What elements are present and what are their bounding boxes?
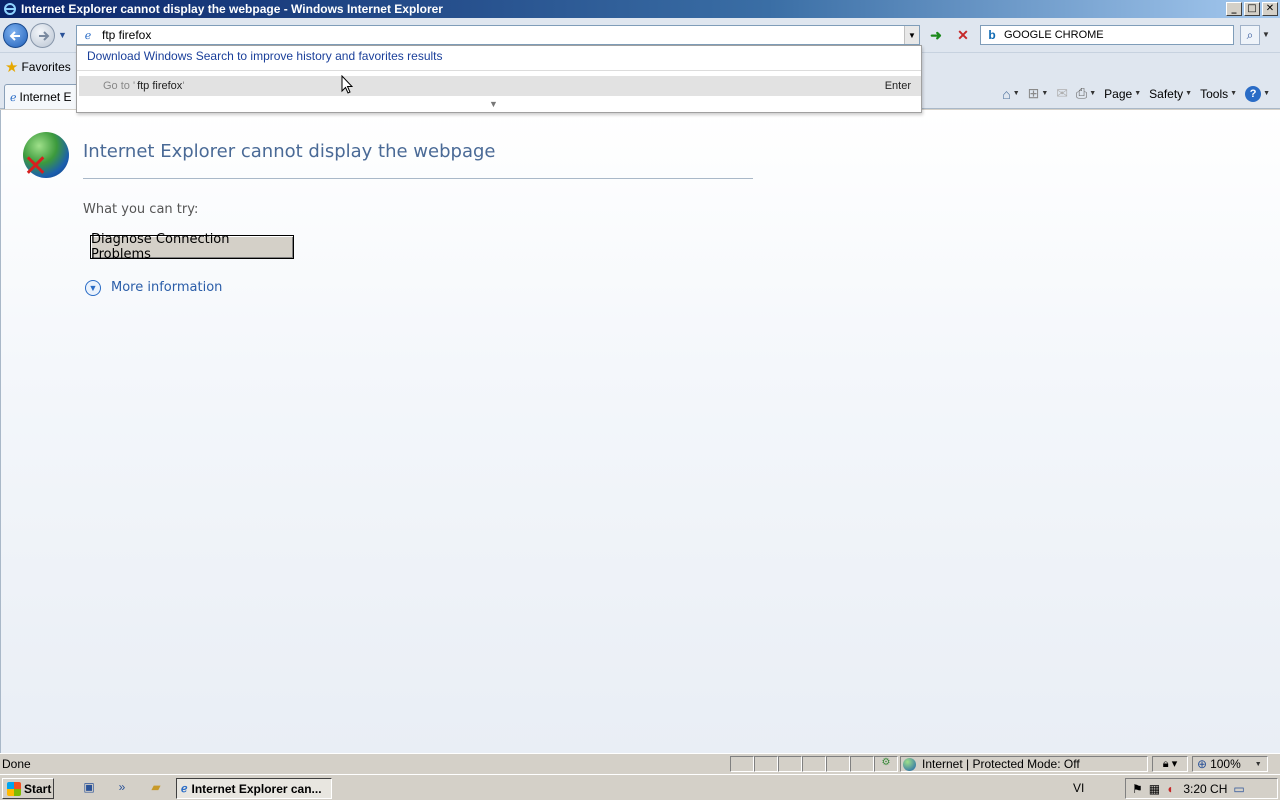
search-input[interactable]: GOOGLE CHROME xyxy=(1004,29,1104,41)
address-dropdown-button[interactable]: ▼ xyxy=(904,26,919,44)
server-manager-icon[interactable]: ▣ xyxy=(80,780,98,796)
minimize-button[interactable]: _ xyxy=(1226,2,1242,16)
page-title: Internet Explorer cannot display the web… xyxy=(83,141,496,162)
go-to-value: ftp firefox xyxy=(137,80,183,92)
taskbar-ie-window[interactable]: ℯ Internet Explorer can... xyxy=(176,778,332,799)
go-to-suffix: ' xyxy=(182,80,185,92)
go-button[interactable]: ➜ xyxy=(926,26,946,44)
security-zone[interactable]: Internet | Protected Mode: Off xyxy=(900,756,1148,772)
page-menu-label: Page xyxy=(1104,86,1133,101)
ie-logo-icon xyxy=(2,1,18,17)
status-cell xyxy=(826,756,850,772)
address-input[interactable]: ftp firefox xyxy=(102,28,904,42)
back-button[interactable] xyxy=(3,23,28,48)
network-icon[interactable]: ▦ xyxy=(1149,782,1160,796)
taskbar: Start ▣ » ▰ ℯ Internet Explorer can... V… xyxy=(0,774,1280,800)
go-to-prefix: Go to ' xyxy=(103,80,136,92)
windows-logo-icon xyxy=(7,781,21,796)
diagnose-connection-problems-button[interactable]: Diagnose Connection Problems xyxy=(90,232,294,262)
title-bar: Internet Explorer cannot display the web… xyxy=(0,0,1280,18)
read-mail-button[interactable]: ✉ xyxy=(1056,85,1068,102)
start-label: Start xyxy=(24,781,52,796)
search-button[interactable]: ⌕ xyxy=(1240,25,1260,45)
mouse-cursor-icon xyxy=(341,75,353,94)
error-x-icon: ✕ xyxy=(23,149,49,184)
taskbar-window-label: Internet Explorer can... xyxy=(191,781,322,796)
rss-feed-icon: ⊞ xyxy=(1027,85,1040,101)
status-text: Done xyxy=(2,757,31,771)
language-indicator[interactable]: VI xyxy=(1073,781,1084,795)
powershell-icon[interactable]: » xyxy=(113,780,131,796)
status-cell xyxy=(730,756,754,772)
status-cell xyxy=(850,756,874,772)
page-menu[interactable]: Page ▼ xyxy=(1104,87,1141,101)
search-options-dropdown[interactable]: ▼ xyxy=(1262,30,1270,39)
zoom-level: 100% xyxy=(1210,757,1241,771)
flag-notification-icon[interactable]: ⚑ xyxy=(1132,782,1143,796)
internet-zone-icon xyxy=(903,757,916,771)
feeds-button[interactable]: ⊞ ▼ xyxy=(1028,85,1049,102)
tools-menu[interactable]: Tools ▼ xyxy=(1200,87,1237,101)
download-windows-search-link[interactable]: Download Windows Search to improve histo… xyxy=(87,49,443,63)
lock-icon: 🔒︎ xyxy=(1162,758,1169,770)
page-content: ✕ Internet Explorer cannot display the w… xyxy=(0,110,1280,753)
favorites-button[interactable]: Favorites xyxy=(21,60,70,74)
what-you-can-try-label: What you can try: xyxy=(83,202,199,217)
status-bar: Done ⚙ Internet | Protected Mode: Off 🔒︎… xyxy=(0,753,1280,773)
expand-arrow-icon[interactable]: ▼ xyxy=(489,99,498,109)
status-cell xyxy=(778,756,802,772)
system-tray: ⚑ ▦ ◖ 3:20 CH ▭ xyxy=(1125,778,1278,799)
tools-menu-label: Tools xyxy=(1200,86,1229,101)
printer-icon: ⎙ xyxy=(1076,85,1088,101)
status-cell xyxy=(754,756,778,772)
forward-arrow-icon xyxy=(38,30,49,41)
protected-mode-button[interactable]: 🔒︎ ▾ xyxy=(1152,756,1188,772)
safety-menu[interactable]: Safety ▼ xyxy=(1149,87,1192,101)
volume-muted-icon[interactable]: ◖ xyxy=(1166,782,1173,796)
stop-button[interactable]: ✕ xyxy=(953,26,973,44)
help-icon: ? xyxy=(1245,85,1262,102)
divider xyxy=(77,70,921,71)
bing-icon: b xyxy=(988,28,996,42)
tab-label: Internet E xyxy=(19,90,72,104)
tab-page-icon: ℯ xyxy=(10,91,17,104)
forward-button[interactable] xyxy=(30,23,55,48)
go-to-suggestion[interactable]: Go to ' ftp firefox ' Enter xyxy=(79,76,921,96)
address-autocomplete-dropdown: Download Windows Search to improve histo… xyxy=(76,45,922,113)
popup-blocker-icon[interactable]: ⚙ xyxy=(874,756,898,772)
home-button[interactable]: ⌂ ▼ xyxy=(1002,86,1019,102)
title-divider xyxy=(83,178,753,179)
explorer-folder-icon[interactable]: ▰ xyxy=(147,780,165,796)
back-arrow-icon xyxy=(9,30,20,41)
mail-icon: ✉ xyxy=(1056,85,1069,101)
security-zone-label: Internet | Protected Mode: Off xyxy=(922,757,1080,771)
ie-taskbar-icon: ℯ xyxy=(181,783,188,795)
more-information-link[interactable]: More information xyxy=(111,280,222,295)
address-bar[interactable]: ℯ ftp firefox ▼ xyxy=(76,25,920,45)
status-cell xyxy=(802,756,826,772)
help-button[interactable]: ? ▼ xyxy=(1245,85,1270,102)
window-title: Internet Explorer cannot display the web… xyxy=(21,2,443,16)
show-desktop-icon[interactable]: ▭ xyxy=(1233,782,1244,796)
clock[interactable]: 3:20 CH xyxy=(1183,782,1227,796)
zoom-icon: ⊕ xyxy=(1197,757,1208,771)
home-icon: ⌂ xyxy=(1002,85,1011,102)
expand-circle-icon[interactable]: ▼ xyxy=(85,280,101,296)
page-icon: ℯ xyxy=(84,29,92,42)
print-button[interactable]: ⎙ ▼ xyxy=(1076,85,1096,102)
start-button[interactable]: Start xyxy=(2,778,54,799)
favorites-star-icon[interactable]: ★ xyxy=(5,58,18,76)
enter-hint: Enter xyxy=(884,80,911,92)
status-cells: ⚙ xyxy=(730,756,898,772)
search-box[interactable]: b GOOGLE CHROME xyxy=(980,25,1234,45)
recent-pages-dropdown[interactable]: ▼ xyxy=(58,30,70,40)
zoom-control[interactable]: ⊕ 100% ▼ xyxy=(1192,756,1268,772)
close-button[interactable]: ✕ xyxy=(1262,2,1278,16)
restore-button[interactable]: □ xyxy=(1244,2,1260,16)
safety-menu-label: Safety xyxy=(1149,86,1184,101)
